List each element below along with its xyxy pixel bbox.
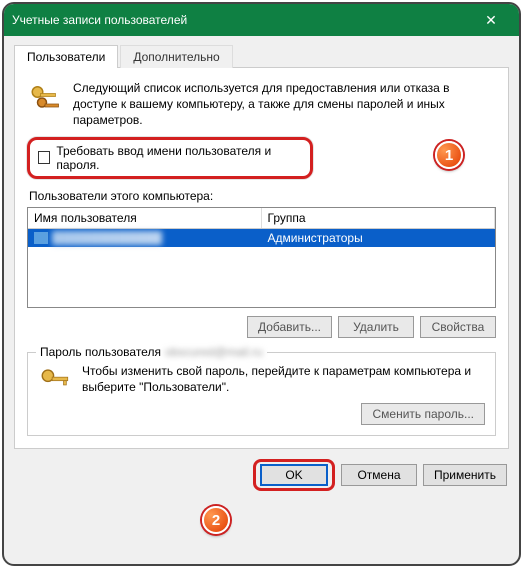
pw-text: Чтобы изменить свой пароль, перейдите к … xyxy=(82,363,485,395)
require-login-row[interactable]: Требовать ввод имени пользователя и паро… xyxy=(27,137,313,179)
change-password-button[interactable]: Сменить пароль... xyxy=(361,403,485,425)
tab-users[interactable]: Пользователи xyxy=(14,45,118,68)
remove-button[interactable]: Удалить xyxy=(338,316,414,338)
col-username[interactable]: Имя пользователя xyxy=(28,208,262,228)
intro-text: Следующий список используется для предос… xyxy=(73,80,496,129)
require-login-checkbox[interactable] xyxy=(38,151,50,164)
titlebar: Учетные записи пользователей ✕ xyxy=(4,4,519,36)
col-group[interactable]: Группа xyxy=(262,208,496,228)
user-table: Имя пользователя Группа obscured@mail.ru… xyxy=(27,207,496,308)
ok-highlight: OK xyxy=(253,459,335,491)
table-row[interactable]: obscured@mail.ru Администраторы xyxy=(28,229,495,247)
tab-advanced[interactable]: Дополнительно xyxy=(120,45,232,68)
dialog-footer: OK Отмена Применить xyxy=(4,449,519,501)
apply-button[interactable]: Применить xyxy=(423,464,507,486)
annotation-badge-2: 2 xyxy=(202,506,230,534)
add-button[interactable]: Добавить... xyxy=(247,316,332,338)
properties-button[interactable]: Свойства xyxy=(420,316,496,338)
user-list-label: Пользователи этого компьютера: xyxy=(29,189,496,203)
pw-legend-prefix: Пароль пользователя xyxy=(40,345,161,359)
username-cell: obscured@mail.ru xyxy=(52,231,162,245)
keys-icon xyxy=(27,80,63,129)
user-icon xyxy=(34,232,48,244)
require-login-label: Требовать ввод имени пользователя и паро… xyxy=(56,144,302,172)
window-title: Учетные записи пользователей xyxy=(12,13,471,27)
ok-button[interactable]: OK xyxy=(260,464,328,486)
cancel-button[interactable]: Отмена xyxy=(341,464,417,486)
users-panel: Следующий список используется для предос… xyxy=(14,68,509,449)
key-icon xyxy=(38,363,72,425)
close-icon[interactable]: ✕ xyxy=(471,12,511,29)
annotation-badge-1: 1 xyxy=(435,141,463,169)
group-cell: Администраторы xyxy=(262,229,496,247)
password-group: Пароль пользователя obscured@mail.ru Что… xyxy=(27,352,496,436)
tab-strip: Пользователи Дополнительно xyxy=(14,44,509,68)
pw-legend-user: obscured@mail.ru xyxy=(165,345,263,359)
